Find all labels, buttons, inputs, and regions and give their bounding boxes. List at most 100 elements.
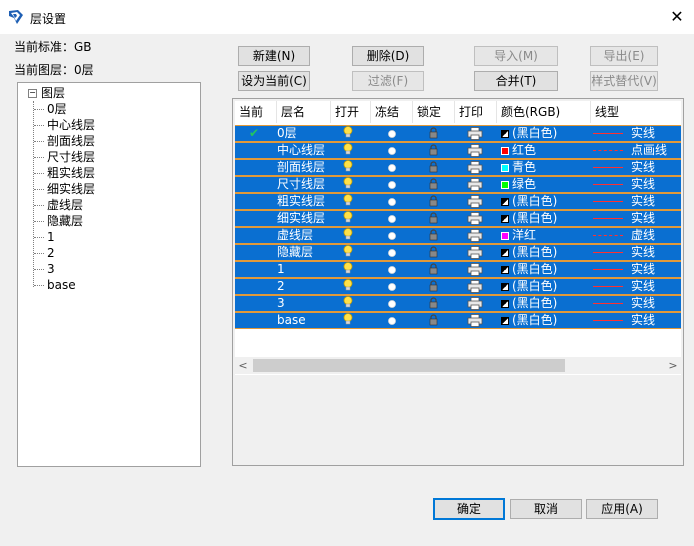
layer-row[interactable]: 1 (黑白色) 实线 (235, 261, 681, 278)
printer-icon[interactable] (467, 263, 483, 278)
linetype-name[interactable]: 实线 (631, 279, 655, 294)
printer-icon[interactable] (467, 212, 483, 227)
layer-row[interactable]: 尺寸线层 绿色 实线 (235, 176, 681, 193)
layer-row[interactable]: 剖面线层 青色 实线 (235, 159, 681, 176)
lock-icon[interactable] (429, 297, 438, 312)
lightbulb-icon[interactable] (343, 296, 353, 311)
layer-name[interactable]: 1 (277, 262, 285, 277)
layer-row[interactable]: 2 (黑白色) 实线 (235, 278, 681, 295)
tree-item[interactable]: 中心线层 (34, 117, 95, 133)
layer-color[interactable]: (黑白色) (501, 313, 557, 328)
layer-row[interactable]: 细实线层 (黑白色) 实线 (235, 210, 681, 227)
layer-color[interactable]: (黑白色) (501, 262, 557, 277)
new-button[interactable]: 新建(N) (238, 46, 310, 66)
delete-button[interactable]: 删除(D) (352, 46, 424, 66)
layer-name[interactable]: 细实线层 (277, 211, 325, 226)
linetype-name[interactable]: 点画线 (631, 143, 667, 158)
linetype-name[interactable]: 虚线 (631, 228, 655, 243)
layer-tree[interactable]: − 图层 0层 中心线层 剖面线层 尺寸线层 粗实线层 细实线层 虚线层 隐藏层 1 2 3 base (17, 82, 201, 467)
linetype-name[interactable]: 实线 (631, 177, 655, 192)
printer-icon[interactable] (467, 144, 483, 159)
lightbulb-icon[interactable] (343, 279, 353, 294)
col-lock-header[interactable]: 锁定 (413, 101, 455, 123)
col-linetype-header[interactable]: 线型 (591, 101, 681, 123)
scroll-thumb[interactable] (253, 359, 565, 372)
export-button[interactable]: 导出(E) (590, 46, 658, 66)
printer-icon[interactable] (467, 127, 483, 142)
layer-name[interactable]: 尺寸线层 (277, 177, 325, 192)
lightbulb-icon[interactable] (343, 262, 353, 277)
layer-color[interactable]: (黑白色) (501, 211, 557, 226)
lock-icon[interactable] (429, 280, 438, 295)
layer-color[interactable]: (黑白色) (501, 126, 557, 141)
layer-color[interactable]: (黑白色) (501, 245, 557, 260)
layer-color[interactable]: (黑白色) (501, 279, 557, 294)
printer-icon[interactable] (467, 195, 483, 210)
printer-icon[interactable] (467, 178, 483, 193)
layer-color[interactable]: (黑白色) (501, 194, 557, 209)
layer-color[interactable]: 青色 (501, 160, 536, 175)
layer-name[interactable]: 3 (277, 296, 285, 311)
layer-row[interactable]: 3 (黑白色) 实线 (235, 295, 681, 312)
freeze-sun-icon[interactable] (387, 213, 397, 228)
layer-color[interactable]: 绿色 (501, 177, 536, 192)
apply-button[interactable]: 应用(A) (586, 499, 658, 519)
freeze-sun-icon[interactable] (387, 281, 397, 296)
scroll-right-icon[interactable]: > (667, 357, 679, 374)
layer-color[interactable]: (黑白色) (501, 296, 557, 311)
close-button[interactable]: ✕ (664, 4, 690, 30)
lightbulb-icon[interactable] (343, 126, 353, 141)
printer-icon[interactable] (467, 280, 483, 295)
tree-item[interactable]: 细实线层 (34, 181, 95, 197)
col-name-header[interactable]: 层名 (277, 101, 331, 123)
freeze-sun-icon[interactable] (387, 196, 397, 211)
freeze-sun-icon[interactable] (387, 230, 397, 245)
layer-name[interactable]: 2 (277, 279, 285, 294)
linetype-name[interactable]: 实线 (631, 194, 655, 209)
layer-row[interactable]: ✔ 0层 (黑白色) 实线 (235, 125, 681, 142)
lock-icon[interactable] (429, 178, 438, 193)
layer-row[interactable]: 虚线层 洋红 虚线 (235, 227, 681, 244)
layer-name[interactable]: 中心线层 (277, 143, 325, 158)
layer-name[interactable]: 剖面线层 (277, 160, 325, 175)
layer-row[interactable]: 中心线层 红色 点画线 (235, 142, 681, 159)
layer-name[interactable]: 隐藏层 (277, 245, 313, 260)
import-button[interactable]: 导入(M) (474, 46, 558, 66)
tree-item[interactable]: 隐藏层 (34, 213, 83, 229)
ok-button[interactable]: 确定 (433, 498, 505, 520)
freeze-sun-icon[interactable] (387, 298, 397, 313)
collapse-icon[interactable]: − (28, 89, 37, 98)
lightbulb-icon[interactable] (343, 313, 353, 328)
freeze-sun-icon[interactable] (387, 247, 397, 262)
tree-item[interactable]: base (34, 277, 76, 293)
linetype-name[interactable]: 实线 (631, 160, 655, 175)
printer-icon[interactable] (467, 229, 483, 244)
col-freeze-header[interactable]: 冻结 (371, 101, 413, 123)
scroll-left-icon[interactable]: < (237, 357, 249, 374)
linetype-name[interactable]: 实线 (631, 313, 655, 328)
layer-name[interactable]: 虚线层 (277, 228, 313, 243)
tree-item[interactable]: 尺寸线层 (34, 149, 95, 165)
layer-name[interactable]: 粗实线层 (277, 194, 325, 209)
filter-button[interactable]: 过滤(F) (352, 71, 424, 91)
layer-row[interactable]: 粗实线层 (黑白色) 实线 (235, 193, 681, 210)
linetype-name[interactable]: 实线 (631, 245, 655, 260)
lock-icon[interactable] (429, 314, 438, 329)
layer-name[interactable]: base (277, 313, 306, 328)
printer-icon[interactable] (467, 314, 483, 329)
linetype-name[interactable]: 实线 (631, 126, 655, 141)
lock-icon[interactable] (429, 246, 438, 261)
lightbulb-icon[interactable] (343, 211, 353, 226)
layer-row[interactable]: 隐藏层 (黑白色) 实线 (235, 244, 681, 261)
lightbulb-icon[interactable] (343, 228, 353, 243)
tree-item[interactable]: 剖面线层 (34, 133, 95, 149)
freeze-sun-icon[interactable] (387, 162, 397, 177)
lightbulb-icon[interactable] (343, 194, 353, 209)
lock-icon[interactable] (429, 263, 438, 278)
freeze-sun-icon[interactable] (387, 128, 397, 143)
freeze-sun-icon[interactable] (387, 315, 397, 330)
tree-item[interactable]: 0层 (34, 101, 67, 117)
lock-icon[interactable] (429, 127, 438, 142)
tree-item[interactable]: 虚线层 (34, 197, 83, 213)
freeze-sun-icon[interactable] (387, 179, 397, 194)
